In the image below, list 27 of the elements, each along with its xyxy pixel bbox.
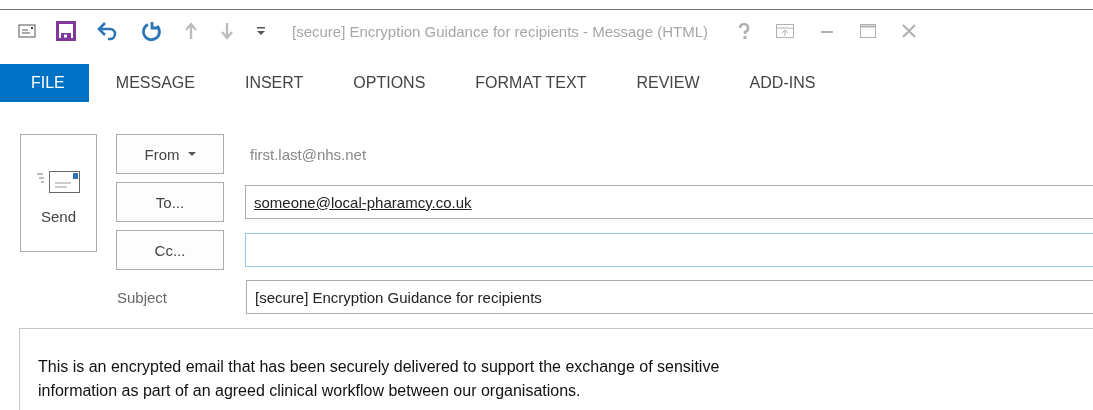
ribbon-display-icon[interactable]	[776, 24, 794, 38]
maximize-icon[interactable]	[860, 24, 876, 38]
undo-icon[interactable]	[96, 19, 118, 43]
help-icon[interactable]	[738, 23, 750, 39]
recipient-field[interactable]	[245, 233, 1093, 267]
from-button[interactable]: From	[116, 134, 224, 174]
recipient-button[interactable]: To...	[116, 182, 224, 222]
ribbon-tab[interactable]: MESSAGE	[91, 64, 219, 102]
caret-icon	[187, 151, 196, 157]
message-paragraph: This is an encrypted email that has been securely delivered to support the exchange of sensitive information as part of an agreed clinical workflow between our organisations.	[38, 357, 721, 401]
ribbon-tab[interactable]: REVIEW	[612, 64, 724, 102]
sender-address: first.last@nhs.net	[249, 145, 367, 163]
envelope-icon	[36, 169, 81, 194]
close-icon[interactable]	[902, 24, 916, 38]
ribbon-tab[interactable]: INSERT	[220, 64, 328, 102]
ribbon-tab[interactable]: OPTIONS	[329, 64, 450, 102]
ribbon-tab[interactable]: FILE	[0, 64, 89, 102]
recipient-button[interactable]: Cc...	[116, 230, 224, 270]
ribbon-tab[interactable]: ADD-INS	[725, 64, 840, 102]
window-title: [secure] Encryption Guidance for recipients - Message (HTML)	[292, 22, 708, 40]
subject-field[interactable]: [secure] Encryption Guidance for recipients	[246, 280, 1093, 314]
subject-label: Subject	[116, 288, 169, 306]
save-icon[interactable]	[56, 19, 76, 43]
redo-icon[interactable]	[140, 19, 162, 43]
ribbon-tab[interactable]: FORMAT TEXT	[451, 64, 611, 102]
send-button[interactable]: Send	[20, 134, 97, 252]
recipient-field[interactable]: someone@local-pharamcy.co.uk	[245, 185, 1093, 219]
